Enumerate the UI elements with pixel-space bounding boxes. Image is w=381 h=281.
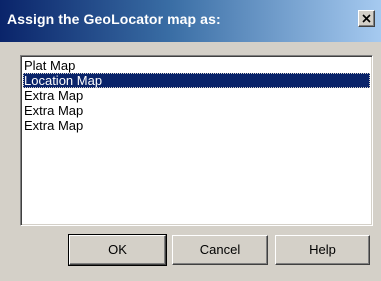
title-bar[interactable]: Assign the GeoLocator map as: — [0, 0, 381, 42]
assign-map-dialog: Assign the GeoLocator map as: Plat Map L… — [0, 0, 381, 281]
ok-button[interactable]: OK — [68, 234, 167, 266]
help-button[interactable]: Help — [275, 235, 370, 265]
list-item-extra-map-1[interactable]: Extra Map — [23, 88, 370, 103]
close-button[interactable] — [358, 10, 375, 27]
list-item-extra-map-3[interactable]: Extra Map — [23, 118, 370, 133]
list-item-plat-map[interactable]: Plat Map — [23, 58, 370, 73]
map-type-listbox[interactable]: Plat Map Location Map Extra Map Extra Ma… — [20, 55, 373, 226]
cancel-button[interactable]: Cancel — [172, 235, 268, 265]
close-icon — [362, 14, 371, 23]
list-item-location-map[interactable]: Location Map — [23, 73, 370, 88]
list-item-extra-map-2[interactable]: Extra Map — [23, 103, 370, 118]
window-title: Assign the GeoLocator map as: — [7, 11, 221, 27]
